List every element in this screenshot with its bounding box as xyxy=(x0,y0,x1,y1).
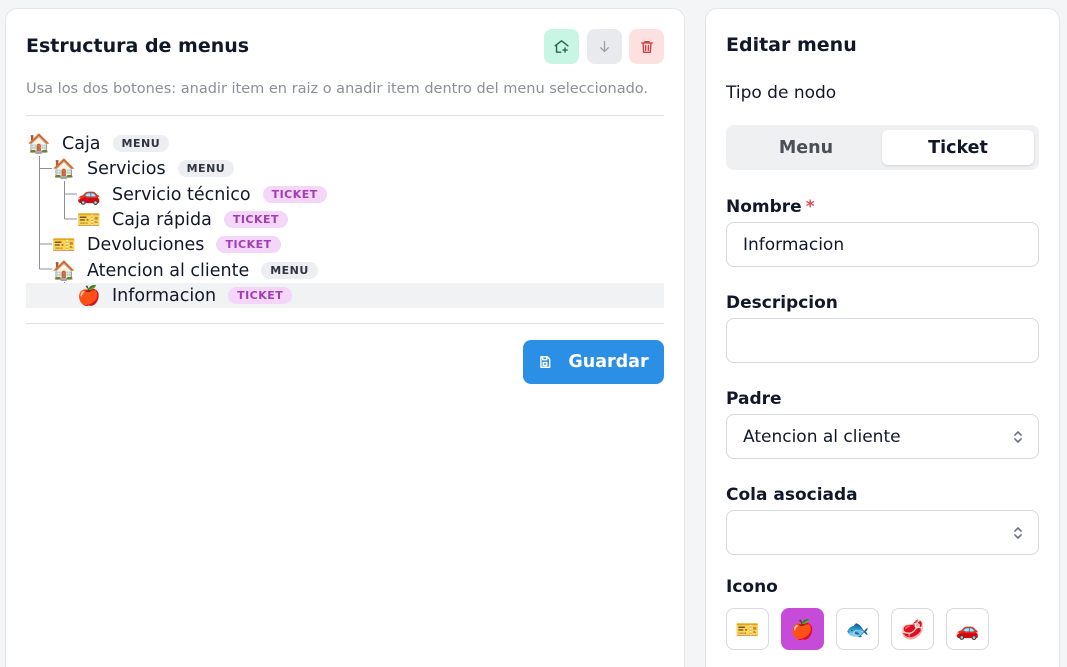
menu-badge: MENU xyxy=(261,262,318,279)
ticket-badge: TICKET xyxy=(262,186,327,203)
icon-option-fish[interactable]: 🐟 xyxy=(836,608,879,650)
ticket-icon: 🎫 xyxy=(52,233,76,256)
tree-node-label: Servicio técnico xyxy=(112,184,251,205)
home-plus-icon xyxy=(554,40,569,53)
apple-icon: 🍎 xyxy=(77,284,101,307)
queue-select[interactable] xyxy=(726,510,1039,555)
structure-hint: Usa los dos botones: anadir item en raiz… xyxy=(26,81,649,97)
ticket-icon: 🎫 xyxy=(77,208,101,231)
structure-title: Estructura de menus xyxy=(26,35,250,57)
tree-node-atencion-al-cliente[interactable]: 🏠 Atencion al cliente MENU xyxy=(26,258,664,283)
icon-option-car[interactable]: 🚗 xyxy=(946,608,989,650)
name-field-label: Nombre * xyxy=(726,197,815,217)
tree-node-label: Informacion xyxy=(112,285,217,306)
menu-badge: MENU xyxy=(177,160,235,177)
parent-select[interactable]: Atencion al cliente xyxy=(726,414,1039,459)
node-type-label: Tipo de nodo xyxy=(726,83,837,103)
tree-node-servicios[interactable]: 🏠 Servicios MENU xyxy=(26,156,664,181)
tree-node-label: Caja xyxy=(62,133,101,154)
description-field-label: Descripcion xyxy=(726,293,838,313)
icon-field-label: Icono xyxy=(726,577,778,597)
icon-option-apple[interactable]: 🍎 xyxy=(781,608,824,650)
tree-node-label: Servicios xyxy=(87,158,166,179)
node-type-ticket-option[interactable]: Ticket xyxy=(882,130,1034,165)
ticket-badge: TICKET xyxy=(216,236,281,253)
add-child-item-button[interactable] xyxy=(587,29,622,64)
home-icon: 🏠 xyxy=(52,259,76,282)
editor-title: Editar menu xyxy=(726,34,857,56)
tree-node-caja-rapida[interactable]: 🎫 Caja rápida TICKET xyxy=(26,207,664,232)
car-icon: 🚗 xyxy=(77,183,101,206)
home-icon: 🏠 xyxy=(27,132,51,155)
tree-node-label: Devoluciones xyxy=(87,234,205,255)
parent-field-label: Padre xyxy=(726,389,782,409)
node-type-toggle: Menu Ticket xyxy=(726,125,1039,170)
ticket-badge: TICKET xyxy=(228,287,293,304)
ticket-badge: TICKET xyxy=(223,211,289,228)
chevron-up-down-icon xyxy=(1014,527,1022,539)
name-input[interactable]: Informacion xyxy=(726,222,1039,267)
home-icon: 🏠 xyxy=(52,157,76,180)
tree-node-label: Caja rápida xyxy=(112,209,212,230)
divider xyxy=(26,115,664,116)
edit-menu-panel: Editar menu Tipo de nodo Menu Ticket Nom… xyxy=(705,8,1060,667)
trash-icon xyxy=(640,40,653,53)
delete-item-button[interactable] xyxy=(629,29,664,64)
tree-node-informacion[interactable]: 🍎 Informacion TICKET xyxy=(26,283,664,308)
tree-node-label: Atencion al cliente xyxy=(87,260,250,281)
add-root-item-button[interactable] xyxy=(544,29,579,64)
name-label-text: Nombre xyxy=(726,197,802,217)
divider xyxy=(26,323,664,324)
required-mark: * xyxy=(805,197,815,217)
tree-node-caja[interactable]: 🏠 Caja MENU xyxy=(26,131,664,156)
icon-option-meat[interactable]: 🥩 xyxy=(891,608,934,650)
tree-node-devoluciones[interactable]: 🎫 Devoluciones TICKET xyxy=(26,232,664,257)
parent-select-value: Atencion al cliente xyxy=(743,426,901,447)
save-button[interactable]: Guardar xyxy=(523,340,664,384)
tree-node-servicio-tecnico[interactable]: 🚗 Servicio técnico TICKET xyxy=(26,182,664,207)
queue-field-label: Cola asociada xyxy=(726,485,858,505)
arrow-down-icon xyxy=(600,40,609,53)
description-input[interactable] xyxy=(726,318,1039,363)
save-button-label: Guardar xyxy=(568,352,649,372)
icon-option-ticket[interactable]: 🎫 xyxy=(726,608,769,650)
name-input-value: Informacion xyxy=(743,234,845,255)
menu-structure-panel: Estructura de menus Usa los dos botones:… xyxy=(5,8,685,667)
node-type-menu-option[interactable]: Menu xyxy=(731,130,881,165)
save-icon xyxy=(540,356,551,368)
menu-badge: MENU xyxy=(112,135,170,152)
chevron-up-down-icon xyxy=(1014,431,1022,443)
